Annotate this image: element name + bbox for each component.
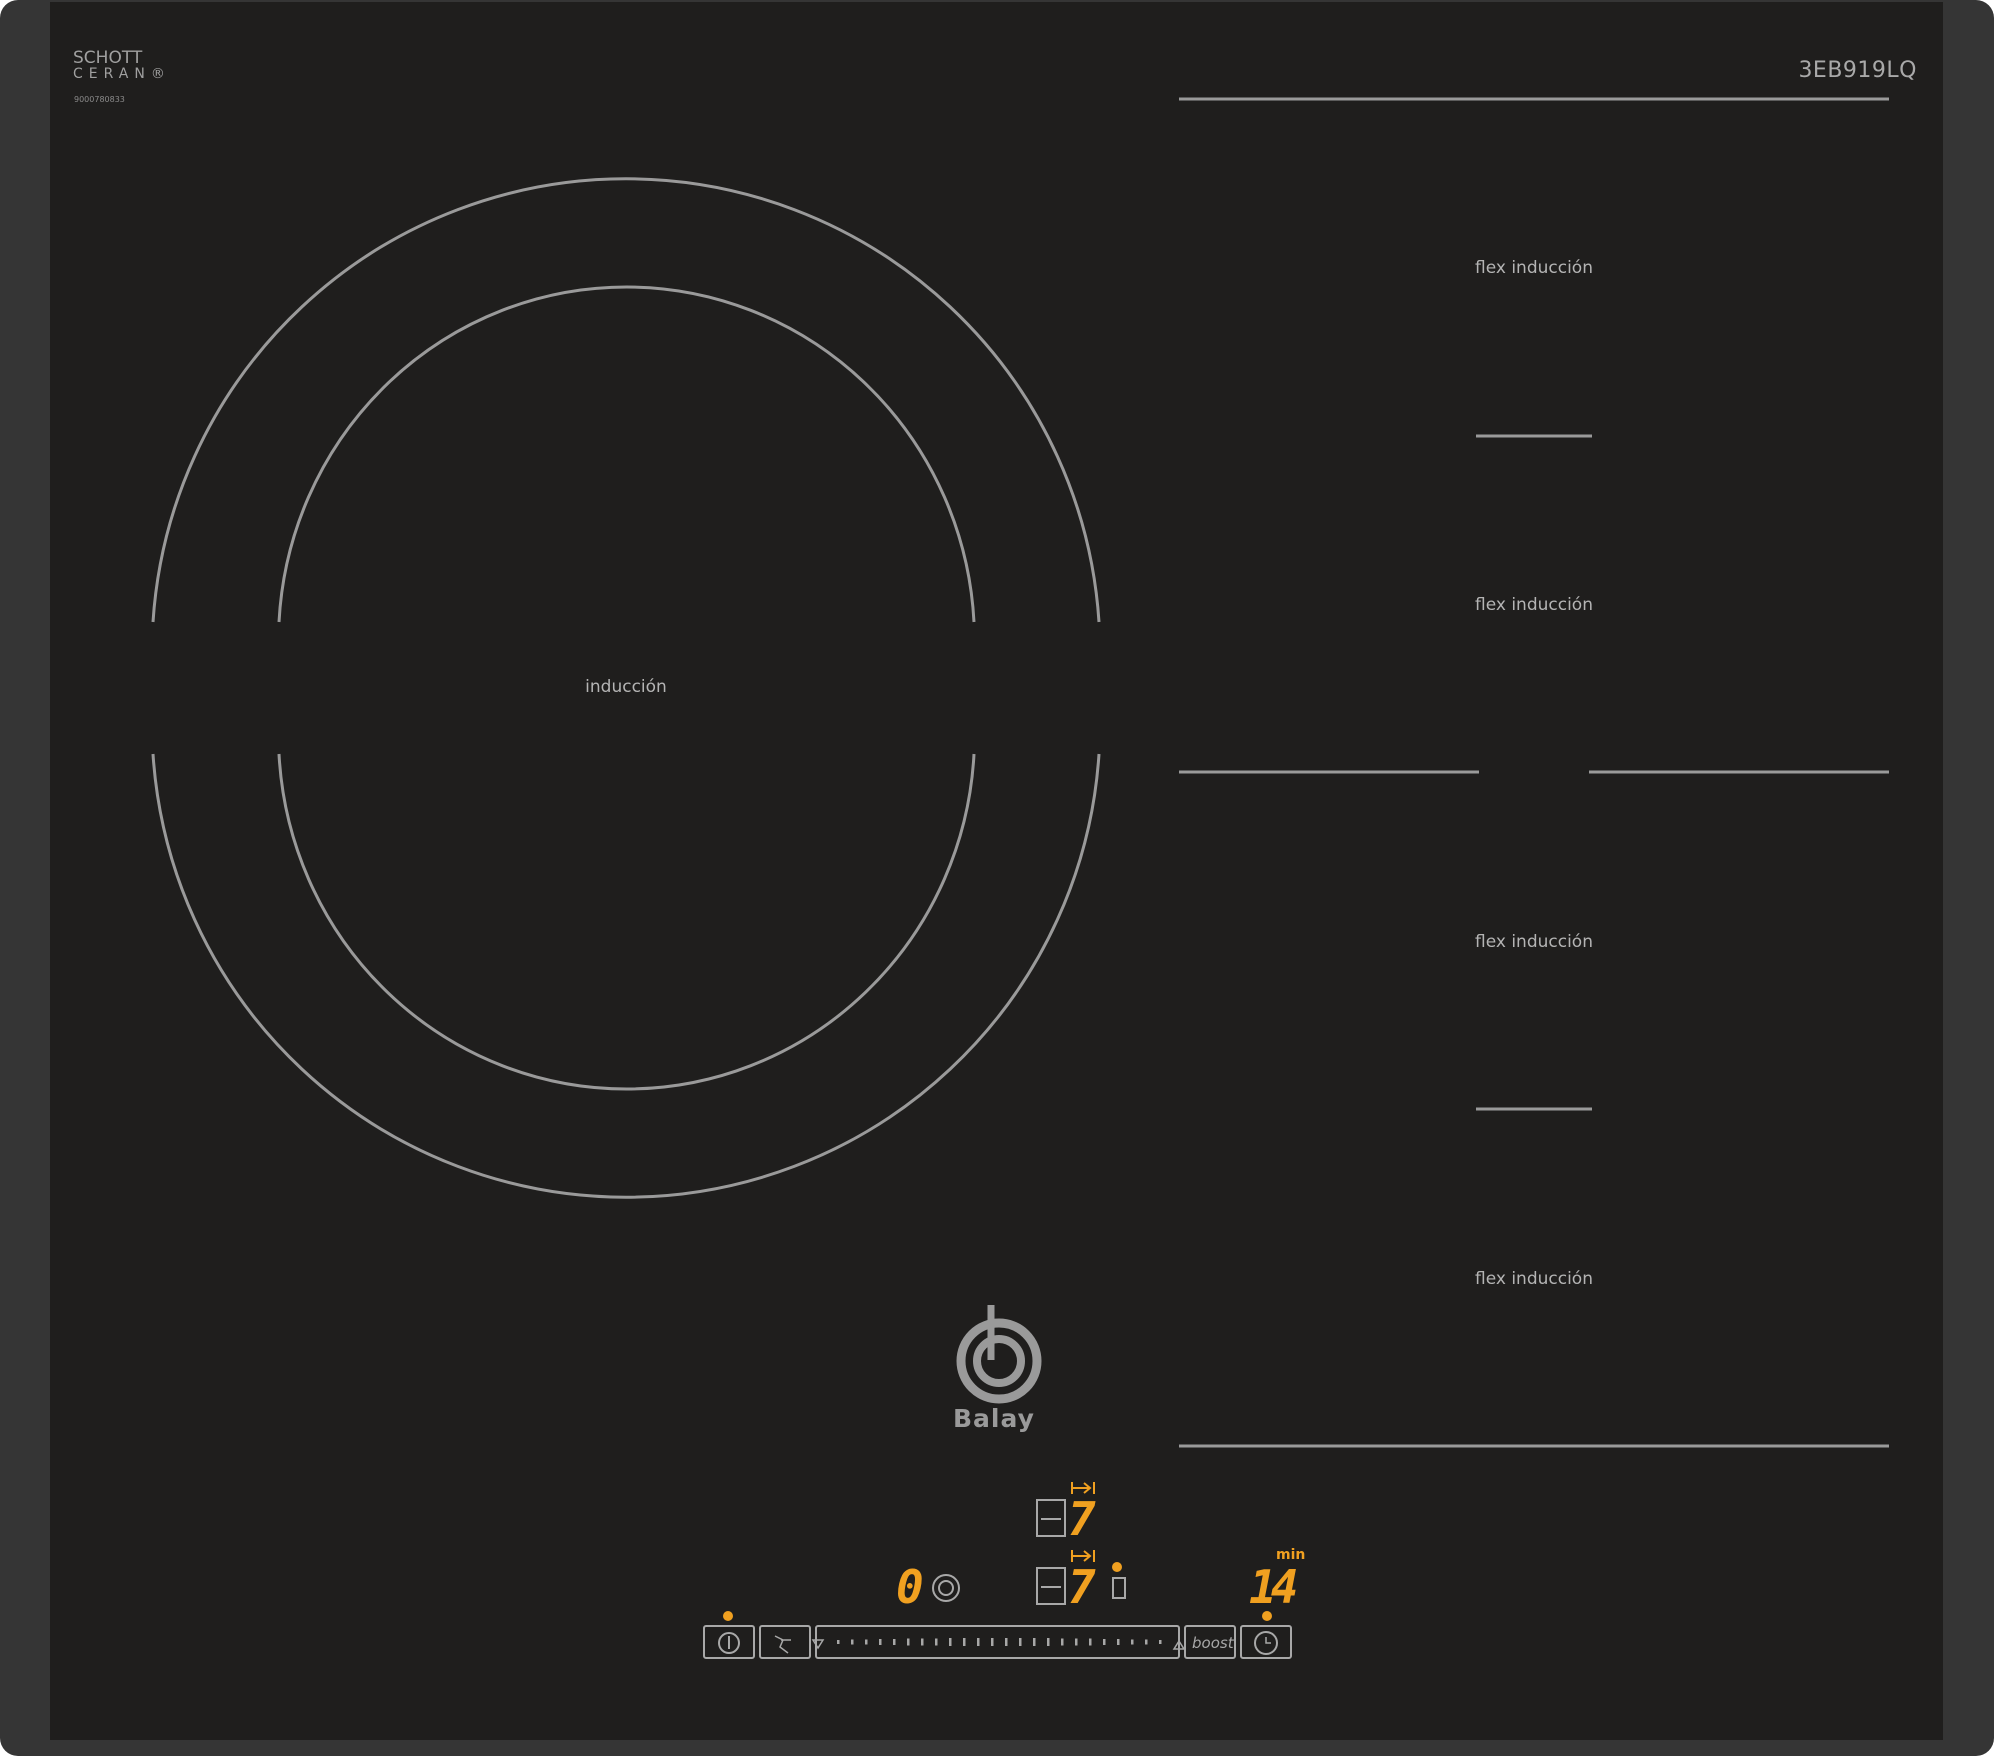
cooktop-panel bbox=[0, 0, 1994, 1756]
slider-tick bbox=[1089, 1638, 1092, 1646]
slider-tick bbox=[1131, 1639, 1134, 1645]
slider-tick bbox=[851, 1639, 854, 1645]
slider-tick bbox=[1145, 1639, 1148, 1645]
flex-top-power-display: 7 bbox=[1068, 1492, 1096, 1546]
slider-tick bbox=[907, 1638, 910, 1646]
cooktop-glass bbox=[50, 2, 1943, 1740]
serial-number: 9000780833 bbox=[74, 95, 125, 104]
flex-zone-label-1: flex inducción bbox=[1475, 258, 1593, 278]
induction-zone-label: inducción bbox=[585, 677, 667, 697]
slider-tick bbox=[1019, 1638, 1022, 1646]
slider-tick bbox=[1075, 1638, 1078, 1646]
slider-tick bbox=[963, 1638, 966, 1646]
slider-tick bbox=[977, 1638, 980, 1646]
ceran-text: CERAN bbox=[73, 66, 151, 82]
schott-ceran-mark: SCHOTT CERAN® bbox=[73, 48, 171, 83]
flex-indicator-dot bbox=[1112, 1562, 1122, 1572]
timer-display: 14 bbox=[1249, 1560, 1298, 1614]
registered-mark: ® bbox=[150, 66, 171, 82]
timer-unit-label: min bbox=[1276, 1547, 1306, 1563]
timer-indicator-dot bbox=[1262, 1611, 1272, 1621]
slider-tick bbox=[935, 1638, 938, 1646]
ceran-line: CERAN® bbox=[73, 66, 171, 82]
slider-tick bbox=[1159, 1640, 1162, 1644]
slider-tick bbox=[921, 1638, 924, 1646]
flex-zone-label-2: flex inducción bbox=[1475, 595, 1593, 615]
slider-tick bbox=[1117, 1639, 1120, 1645]
slider-tick bbox=[865, 1639, 868, 1645]
slider-tick bbox=[1047, 1638, 1050, 1646]
induction-power-display: 0 bbox=[896, 1560, 924, 1614]
slider-tick bbox=[991, 1638, 994, 1646]
flex-zone-label-4: flex inducción bbox=[1475, 1269, 1593, 1289]
model-number: 3EB919LQ bbox=[1798, 58, 1917, 83]
slider-tick bbox=[1061, 1638, 1064, 1646]
brand-name: Balay bbox=[953, 1404, 1035, 1433]
flex-bottom-power-display: 7 bbox=[1068, 1560, 1096, 1614]
schott-line: SCHOTT bbox=[73, 48, 143, 68]
slider-tick bbox=[1103, 1639, 1106, 1645]
slider-tick bbox=[949, 1638, 952, 1646]
slider-tick bbox=[1005, 1638, 1008, 1646]
slider-tick bbox=[879, 1639, 882, 1645]
power-indicator-dot bbox=[723, 1611, 733, 1621]
boost-label: boost bbox=[1192, 1634, 1234, 1652]
flex-zone-label-3: flex inducción bbox=[1475, 932, 1593, 952]
slider-tick bbox=[893, 1639, 896, 1645]
slider-tick bbox=[1033, 1638, 1036, 1646]
slider-tick bbox=[837, 1640, 840, 1644]
